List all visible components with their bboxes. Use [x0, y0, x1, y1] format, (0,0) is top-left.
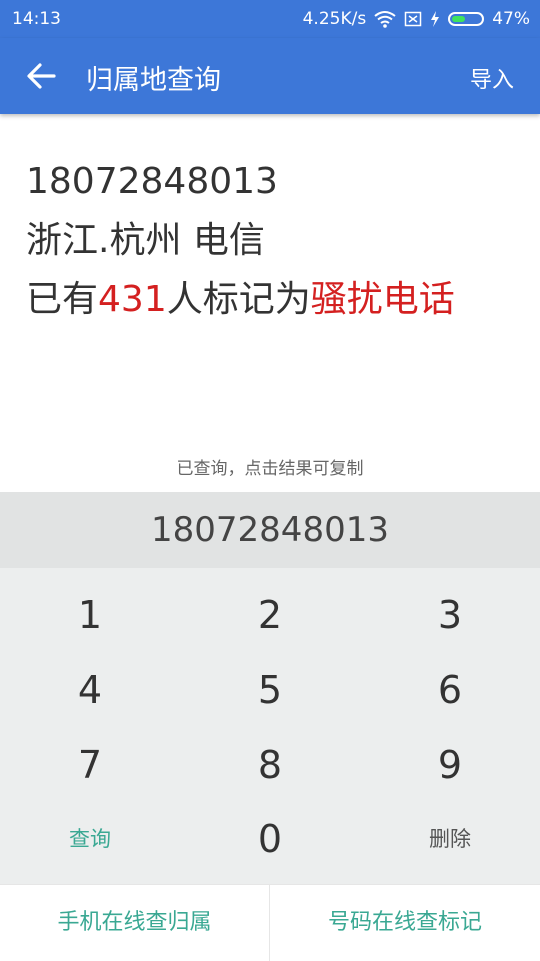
lookup-result[interactable]: 18072848013 浙江.杭州 电信 已有431人标记为骚扰电话: [26, 152, 455, 329]
tag-prefix: 已有: [26, 279, 99, 320]
key-2[interactable]: 2: [180, 577, 360, 653]
query-button[interactable]: 查询: [0, 801, 180, 877]
dial-keypad: 1 2 3 4 5 6 7 8 9 查询 0 删除: [0, 568, 540, 884]
result-location[interactable]: 浙江.杭州 电信: [26, 211, 455, 270]
status-right: 4.25K/s 47%: [303, 9, 530, 29]
status-time: 14:13: [12, 9, 61, 29]
online-tag-button[interactable]: 号码在线查标记: [270, 885, 540, 961]
tag-middle: 人标记为: [166, 279, 311, 320]
tag-count: 431: [98, 279, 167, 320]
key-1[interactable]: 1: [0, 577, 180, 653]
online-location-button[interactable]: 手机在线查归属: [0, 885, 270, 961]
sim-off-icon: [404, 11, 422, 27]
tag-label: 骚扰电话: [310, 279, 455, 320]
import-button[interactable]: 导入: [470, 62, 514, 94]
result-number[interactable]: 18072848013: [26, 152, 455, 211]
key-7[interactable]: 7: [0, 727, 180, 803]
key-0[interactable]: 0: [180, 801, 360, 877]
status-bar: 14:13 4.25K/s 47%: [0, 0, 540, 38]
charging-icon: [431, 11, 440, 27]
app-bar: 归属地查询 导入: [0, 38, 540, 114]
key-4[interactable]: 4: [0, 652, 180, 728]
number-display: 18072848013: [0, 492, 540, 568]
page-title: 归属地查询: [86, 65, 221, 96]
key-8[interactable]: 8: [180, 727, 360, 803]
wifi-icon: [374, 11, 396, 28]
result-tag-line[interactable]: 已有431人标记为骚扰电话: [26, 270, 455, 329]
network-speed: 4.25K/s: [302, 9, 367, 29]
copy-hint: 已查询，点击结果可复制: [176, 459, 364, 479]
bottom-actions: 手机在线查归属 号码在线查标记: [0, 884, 540, 961]
key-5[interactable]: 5: [180, 652, 360, 728]
key-9[interactable]: 9: [360, 727, 540, 803]
delete-button[interactable]: 删除: [360, 801, 540, 877]
battery-percent: 47%: [492, 9, 530, 29]
back-arrow-icon[interactable]: [26, 60, 56, 92]
key-6[interactable]: 6: [360, 652, 540, 728]
battery-icon: [448, 12, 485, 26]
key-3[interactable]: 3: [360, 577, 540, 653]
